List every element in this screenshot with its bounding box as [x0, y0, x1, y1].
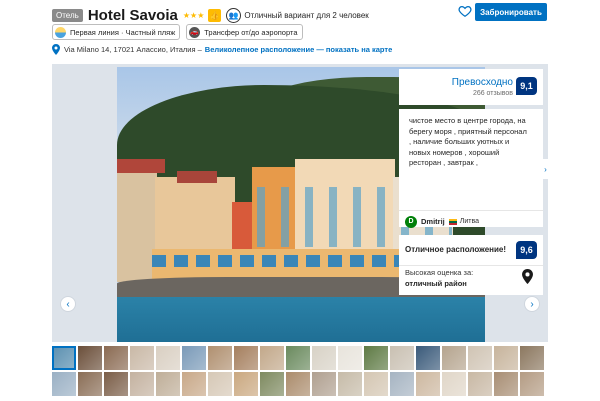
property-type-badge: Отель — [52, 8, 83, 22]
gallery-thumbnail[interactable] — [104, 372, 128, 396]
thumbnail-strip — [52, 346, 548, 396]
gallery-thumbnail[interactable] — [286, 346, 310, 370]
gallery-thumbnail[interactable] — [52, 372, 76, 396]
gallery-thumbnail[interactable] — [182, 346, 206, 370]
heart-icon[interactable] — [458, 4, 472, 18]
car-icon: 🚗 — [189, 26, 201, 38]
side-panel: Превосходно 266 отзывов 9,1 чистое место… — [399, 69, 550, 295]
location-highlight-label: Высокая оценка за: — [405, 268, 474, 277]
beach-chip-label: Первая линия · Частный пляж — [70, 27, 176, 37]
gallery-thumbnail[interactable] — [520, 346, 544, 370]
transfer-chip-label: Трансфер от/до аэропорта — [204, 27, 298, 37]
star-rating: ★★★ — [182, 10, 205, 20]
lithuania-flag-icon — [448, 218, 457, 225]
review-next-button[interactable]: › — [541, 159, 550, 179]
gallery-thumbnail[interactable] — [442, 346, 466, 370]
address-line: Via Milano 14, 17021 Алассио, Италия – В… — [52, 44, 392, 55]
location-score-badge: 9,6 — [516, 241, 537, 259]
gallery-thumbnail[interactable] — [338, 346, 362, 370]
highlight-chips: Первая линия · Частный пляж 🚗 Трансфер о… — [52, 24, 303, 40]
location-card: Отличное расположение! 9,6 Высокая оценк… — [399, 235, 543, 295]
location-title: Отличное расположение! — [405, 245, 507, 254]
book-button[interactable]: Забронировать — [475, 3, 547, 21]
reviewer-country: Литва — [459, 218, 480, 225]
avatar: D — [405, 215, 417, 228]
show-on-map-link[interactable]: Великолепное расположение — показать на … — [205, 45, 392, 54]
review-card: чистое место в центре города, на берегу … — [399, 109, 550, 228]
review-count: 266 отзывов — [472, 90, 513, 97]
gallery-thumbnail[interactable] — [130, 372, 154, 396]
gallery-thumbnail[interactable] — [286, 372, 310, 396]
gallery-thumbnail[interactable] — [468, 346, 492, 370]
gallery-thumbnail[interactable] — [520, 372, 544, 396]
couple-icon: 👥 — [226, 7, 242, 23]
couple-text: Отличный вариант для 2 человек — [244, 10, 369, 20]
gallery-next-button[interactable]: › — [524, 296, 540, 312]
location-pin-icon — [522, 269, 533, 284]
gallery-thumbnail[interactable] — [234, 372, 258, 396]
gallery-thumbnail[interactable] — [260, 346, 284, 370]
gallery-thumbnail[interactable] — [156, 346, 180, 370]
gallery-thumbnail[interactable] — [494, 372, 518, 396]
gallery-thumbnail[interactable] — [338, 372, 362, 396]
gallery-thumbnail[interactable] — [234, 346, 258, 370]
map-pin-icon — [52, 44, 60, 55]
thumbs-up-icon: 👍 — [208, 8, 222, 22]
gallery-thumbnail[interactable] — [312, 346, 336, 370]
gallery-prev-button[interactable]: ‹ — [60, 296, 76, 312]
score-badge: 9,1 — [516, 77, 537, 95]
gallery-thumbnail[interactable] — [130, 346, 154, 370]
gallery-thumbnail[interactable] — [494, 346, 518, 370]
hotel-name: Hotel Savoia — [87, 6, 178, 24]
gallery-thumbnail[interactable] — [208, 346, 232, 370]
gallery-thumbnail[interactable] — [468, 372, 492, 396]
beach-chip: Первая линия · Частный пляж — [52, 24, 181, 40]
gallery-thumbnail[interactable] — [104, 346, 128, 370]
review-text: чистое место в центре города, на берегу … — [409, 116, 527, 167]
gallery-thumbnail[interactable] — [78, 346, 102, 370]
gallery-thumbnail[interactable] — [364, 372, 388, 396]
gallery-thumbnail[interactable] — [208, 372, 232, 396]
gallery-thumbnail[interactable] — [260, 372, 284, 396]
gallery-thumbnail[interactable] — [312, 372, 336, 396]
gallery-thumbnail[interactable] — [442, 372, 466, 396]
score-label: Превосходно — [451, 77, 513, 88]
beach-umbrella-icon — [55, 26, 66, 38]
gallery-thumbnail[interactable] — [364, 346, 388, 370]
location-highlight-value: отличный район — [405, 279, 467, 288]
gallery-thumbnail[interactable] — [390, 346, 414, 370]
reviewer-name: Dmitrij — [421, 217, 445, 226]
score-card[interactable]: Превосходно 266 отзывов 9,1 — [399, 69, 543, 105]
address-text: Via Milano 14, 17021 Алассио, Италия – — [64, 45, 202, 54]
transfer-chip: 🚗 Трансфер от/до аэропорта — [186, 24, 303, 40]
gallery-thumbnail[interactable] — [52, 346, 76, 370]
gallery-thumbnail[interactable] — [156, 372, 180, 396]
gallery-thumbnail[interactable] — [416, 372, 440, 396]
gallery-thumbnail[interactable] — [416, 346, 440, 370]
gallery-thumbnail[interactable] — [390, 372, 414, 396]
gallery-thumbnail[interactable] — [182, 372, 206, 396]
gallery-thumbnail[interactable] — [78, 372, 102, 396]
reviewer: D Dmitrij Литва — [399, 210, 543, 232]
